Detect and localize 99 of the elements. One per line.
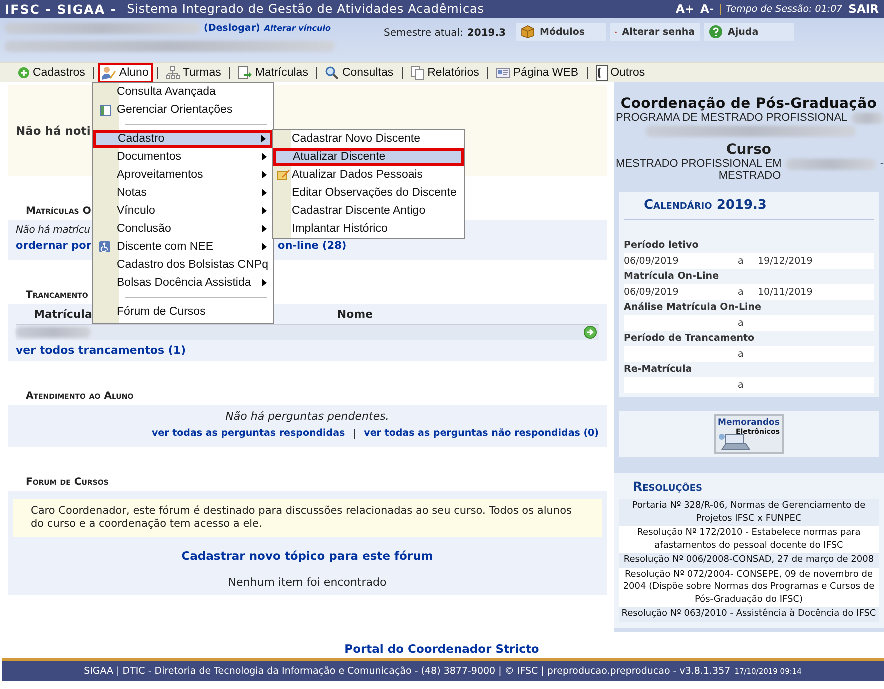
toolbar-button[interactable]: Ajuda [704,23,794,41]
font-increase-link[interactable]: A+ [676,2,694,16]
toolbar-button[interactable]: Módulos [516,23,606,41]
change-link[interactable]: Alterar vínculo [264,24,331,33]
plus-icon [18,66,30,78]
table-icon [100,104,110,116]
period-label: Período letivo [624,239,700,253]
course-heading: Curso [725,142,773,158]
menu-item[interactable]: Atualizar Discente [273,148,464,166]
start-date: 06/09/2019 [624,256,679,266]
period-label: Período de Trancamento [624,332,756,346]
menu-item[interactable]: Consulta Avançada [93,83,273,101]
menu-tab[interactable]: Turmas [162,62,226,82]
section-title: Forum de Cursos [26,477,109,488]
range-separator: a [738,348,745,360]
menu-item[interactable]: Discente com NEE [93,238,273,256]
menu-tab[interactable]: Página WEB [492,64,583,82]
hierarchy-icon [166,66,180,80]
menu-item[interactable]: Vínculo [93,202,273,220]
semester-value: 2019.3 [467,28,506,39]
end-date: 19/12/2019 [758,256,813,266]
menu-item[interactable]: Editar Observações do Discente [273,184,464,202]
dash-text: - [880,158,884,170]
resolution-link[interactable]: Resolução Nº 063/2010 - Assistência à Docência do IFSC [619,607,879,622]
range-separator: a [738,318,745,328]
menu-item[interactable]: Cadastrar Discente Antigo [273,202,464,220]
calendar-title: Calendário 2019.3 [624,198,874,220]
range-separator: a [738,256,745,266]
resolution-link[interactable]: Resolução Nº 006/2008-CONSAD, 27 de março de 2008 [619,553,879,568]
course-name: MESTRADO PROFISSIONAL EM [616,158,782,170]
menu-item[interactable]: Cadastro [93,130,273,148]
unanswered-link[interactable]: ver todas as perguntas não respondidas (0) [364,428,599,439]
box-icon [521,25,536,39]
menu-item[interactable]: Aproveitamentos [93,166,273,184]
menu-item[interactable]: Gerenciar Orientações [93,101,273,119]
menu-item[interactable]: Notas [93,184,273,202]
pages-icon [410,66,425,80]
document-arrow-icon [238,66,252,80]
resolution-link[interactable]: Resolução Nº 072/2004- CONSEPE, 09 de novembro de 2004 (Dispõe sobre Normas dos Programas e Cursos de Pós-Graduação do IFSC) [619,568,879,607]
system-subtitle: Sistema Integrado de Gestão de Atividades Acadêmicas [127,2,484,16]
section-title: Trancamento [26,290,88,301]
menu-tab[interactable]: Outros [592,62,650,84]
menu-item[interactable]: Implantar Histórico [273,220,464,238]
resolutions-title: Resoluções [632,479,704,494]
end-date: 10/11/2019 [758,286,813,298]
menu-item[interactable]: Bolsas Docência Assistida [93,274,273,292]
arrow-icon[interactable] [584,326,597,339]
info-message: Caro Coordenador, este fórum é destinado para discussões relacionadas ao seu curso. Todos os alunos do curso e a coordenação tem acesso a ele. [13,499,602,537]
person-pencil-icon [102,66,116,80]
font-decrease-link[interactable]: A- [700,2,714,16]
menu-item[interactable]: Cadastrar Novo Discente [273,130,464,148]
range-separator: a [738,286,745,298]
menu-item[interactable]: Fórum de Cursos [93,303,273,321]
sort-link[interactable]: ordernar por [16,240,92,252]
wheelchair-icon [99,241,111,253]
portal-link[interactable]: Portal do Coordenador Stricto [344,642,540,656]
range-separator: a [738,380,745,390]
section-title: Atendimento ao Aluno [26,391,134,402]
section-title: Matrículas O [26,206,92,217]
menu-item[interactable]: Cadastro dos Bolsistas CNPq [93,256,273,274]
start-date: 06/09/2019 [624,286,679,298]
notice-text: Não há noti [16,124,91,138]
empty-message: Nenhum item foi encontrado [227,576,388,589]
pencil-icon [276,169,290,181]
period-label: Matrícula On-Line [624,270,720,284]
menu-tab[interactable]: Consultas [321,62,398,82]
online-link[interactable]: on-line (28) [278,240,347,252]
session-timer: Tempo de Sessão: 01:07 [720,4,843,14]
search-icon [325,66,340,80]
footer-text: SIGAA | DTIC - Diretoria de Tecnologia da Informação e Comunicação - (48) 3877-9000 | © IFSC | preproducao.preproducao - v3.8.1.357 [84,666,731,676]
menu-tab[interactable]: Aluno [98,62,153,82]
menu-item[interactable]: Documentos [93,148,273,166]
message-text: Não há matrícu [16,225,90,236]
menu-tab[interactable]: Matrículas [234,62,312,82]
new-topic-link[interactable]: Cadastrar novo tópico para este fórum [182,549,434,563]
column-header: Nome [337,308,374,320]
period-label: Re-Matrícula [624,363,694,377]
blurred-text [852,112,884,124]
course-level: MESTRADO [718,170,782,182]
logout-link[interactable]: SAIR [848,2,879,16]
card-icon [496,66,510,78]
answered-link[interactable]: ver todas as perguntas respondidas [152,428,346,439]
resolution-link[interactable]: Resolução Nº 172/2010 - Estabelece normas para afastamentos do pessoal docente do IFSC [619,526,879,553]
menu-tab[interactable]: Relatórios [406,62,484,82]
toolbar-button[interactable]: Alterar senha [610,23,700,41]
all-locks-link[interactable]: ver todos trancamentos (1) [8,344,607,361]
menu-item[interactable]: Atualizar Dados Pessoais [273,166,464,184]
menu-item[interactable]: Conclusão [93,220,273,238]
message-text: Não há perguntas pendentes. [224,410,390,423]
resolution-link[interactable]: Portaria Nº 328/R-06, Normas de Gerenciamento de Projetos IFSC x FUNPEC [619,499,879,526]
menu-tab[interactable]: Cadastros [14,64,90,82]
column-header: Matrícula [34,308,92,320]
semester-label: Semestre atual: [384,28,464,39]
unit-title: Coordenação de Pós-Graduação [620,96,878,112]
logoff-link[interactable]: (Deslogar) [204,23,260,34]
period-label: Análise Matrícula On-Line [624,301,762,315]
system-title: IFSC - SIGAA - [5,2,118,16]
program-name: PROGRAMA DE MESTRADO PROFISSIONAL [616,112,848,124]
help-icon [709,25,724,39]
